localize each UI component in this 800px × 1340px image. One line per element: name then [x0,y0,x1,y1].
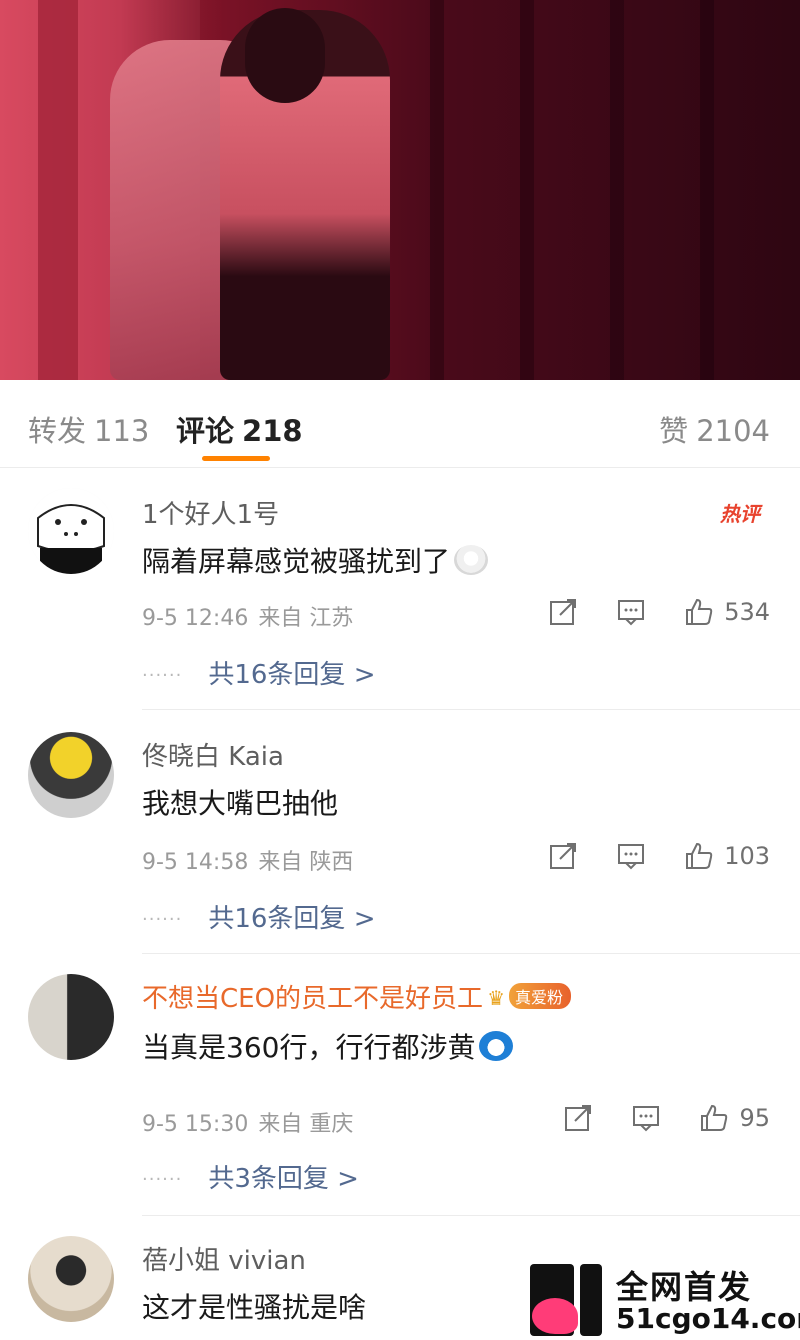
tab-repost-label: 转发 [28,414,87,448]
comment-text: 这才是性骚扰是啥 [142,1291,367,1324]
comment-text-body: 当真是360行，行行都涉黄 [142,1031,476,1064]
comment-text: 我想大嘴巴抽他 [142,787,339,820]
comment-item: 1个好人1号 热评 隔着屏幕感觉被骚扰到了 9-5 12:46 来自 江苏 534… [0,468,800,710]
comment-actions: 95 [525,1102,770,1134]
comment-meta: 9-5 15:30 来自 重庆 [142,1106,353,1138]
hot-comment-badge: 热评 [720,502,760,526]
comment-icon[interactable] [631,1103,661,1133]
share-icon[interactable] [548,841,578,871]
comment-location: 来自 江苏 [258,606,354,631]
avatar[interactable] [28,732,114,818]
username[interactable]: 蓓小姐 vivian [142,1240,306,1277]
username[interactable]: 不想当CEO的员工不是好员工 ♛ 真爱粉 [142,978,572,1015]
tab-like-count: 2104 [696,414,770,448]
comment-item: 不想当CEO的员工不是好员工 ♛ 真爱粉 当真是360行，行行都涉黄 9-5 15:… [0,954,800,1216]
doraemon-emoji-icon [479,1031,514,1061]
comment-location: 来自 陕西 [258,850,354,875]
replies-dots-icon: ······ [142,665,183,686]
comment-text-body: 隔着屏幕感觉被骚扰到了 [142,545,451,578]
comment-time: 9-5 12:46 [142,606,249,631]
comment-time: 9-5 14:58 [142,850,249,875]
view-replies-link[interactable]: ······ 共16条回复 > [142,898,375,935]
video-scene-figure-head [245,8,325,103]
crown-icon: ♛ [487,986,505,1010]
replies-count-text: 共16条回复 > [208,660,376,690]
video-player[interactable] [0,0,800,380]
comment-tabs: 转发 113 评论 218 赞 2104 [0,380,800,468]
avatar[interactable] [28,1236,114,1322]
tab-repost[interactable]: 转发 113 [28,408,149,450]
tab-like[interactable]: 赞 2104 [659,408,770,450]
laugh-cry-emoji-icon [454,545,489,575]
video-scene-curtain [430,0,444,380]
comment-location: 来自 重庆 [258,1112,354,1137]
replies-count-text: 共3条回复 > [208,1164,359,1194]
replies-count-text: 共16条回复 > [208,904,376,934]
watermark-url: 51cgo14.com [616,1302,800,1335]
replies-dots-icon: ······ [142,1169,183,1190]
like-icon[interactable] [684,597,714,627]
tab-like-label: 赞 [659,414,689,448]
like-icon[interactable] [684,841,714,871]
comment-actions: 534 [510,596,770,628]
comment-icon[interactable] [616,841,646,871]
share-icon[interactable] [548,597,578,627]
username-text: 不想当CEO的员工不是好员工 [142,984,484,1014]
tab-comment[interactable]: 评论 218 [176,408,303,450]
like-count: 103 [724,842,770,870]
comment-text: 当真是360行，行行都涉黄 [142,1026,514,1066]
avatar-image [28,488,114,574]
comment-meta: 9-5 12:46 来自 江苏 [142,600,353,632]
comment-item: 佟晓白 Kaia 我想大嘴巴抽他 9-5 14:58 来自 陕西 103 ····… [0,710,800,954]
tab-comment-label: 评论 [176,414,235,448]
comment-actions: 103 [510,840,770,872]
view-replies-link[interactable]: ······ 共3条回复 > [142,1158,359,1195]
video-scene-door [38,0,78,380]
username[interactable]: 1个好人1号 [142,494,279,531]
comment-icon[interactable] [616,597,646,627]
watermark: 全网首发 51cgo14.com [530,1260,800,1340]
comment-time: 9-5 15:30 [142,1112,249,1137]
tab-comment-count: 218 [242,414,303,448]
avatar[interactable] [28,488,114,574]
active-tab-indicator [202,456,270,461]
view-replies-link[interactable]: ······ 共16条回复 > [142,654,375,691]
video-scene-curtain [700,0,714,380]
fan-badge: 真爱粉 [509,983,572,1009]
username[interactable]: 佟晓白 Kaia [142,736,284,773]
share-icon[interactable] [563,1103,593,1133]
like-icon[interactable] [699,1103,729,1133]
watermark-logo-icon [530,1264,602,1336]
comment-text: 隔着屏幕感觉被骚扰到了 [142,540,489,580]
replies-dots-icon: ······ [142,909,183,930]
video-scene-curtain [520,0,534,380]
comment-meta: 9-5 14:58 来自 陕西 [142,844,353,876]
like-count: 95 [739,1104,770,1132]
tab-repost-count: 113 [94,414,150,448]
video-scene-curtain [610,0,624,380]
avatar[interactable] [28,974,114,1060]
like-count: 534 [724,598,770,626]
